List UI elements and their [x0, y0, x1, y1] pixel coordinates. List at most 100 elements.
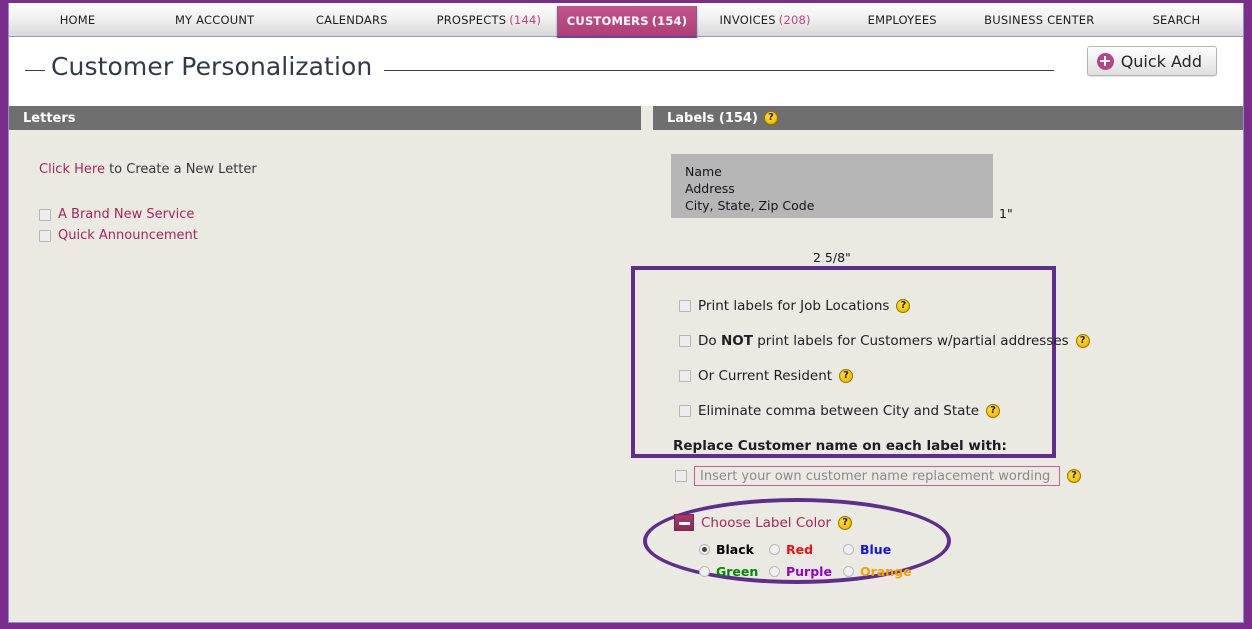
option-eliminate-comma[interactable]: Eliminate comma between City and State ? [679, 403, 1001, 419]
label-preview: Name Address City, State, Zip Code [671, 154, 993, 218]
color-option-orange[interactable]: Orange [843, 564, 913, 579]
color-option-blue[interactable]: Blue [843, 542, 913, 557]
label-options-highlight-box: Print labels for Job Locations ? Do NOT … [631, 266, 1090, 458]
help-icon[interactable]: ? [838, 515, 853, 530]
title-divider-rule [384, 70, 1054, 71]
color-option-label: Green [716, 564, 759, 579]
replacement-wording-input[interactable] [694, 466, 1060, 486]
app-window: HOME MY ACCOUNT CALENDARS PROSPECTS (144) CUS… [8, 3, 1244, 623]
content-area: Letters Labels (154) ? Click Here to Cre… [9, 106, 1243, 622]
help-icon[interactable]: ? [763, 111, 778, 125]
option-checkbox[interactable] [679, 370, 691, 382]
option-checkbox[interactable] [679, 300, 691, 312]
nav-tab-label: BUSINESS CENTER [984, 12, 1095, 27]
nav-tab-count: (208) [778, 12, 811, 27]
nav-tab-label: CUSTOMERS [566, 14, 649, 28]
letter-label[interactable]: A Brand New Service [58, 207, 194, 222]
labels-section-header: Labels (154) ? [653, 106, 1243, 130]
create-new-letter-link[interactable]: Click Here [39, 162, 105, 177]
option-label: Or Current Resident [698, 368, 833, 384]
option-checkbox[interactable] [679, 335, 691, 347]
nav-tab-employees[interactable]: EMPLOYEES [834, 3, 971, 36]
choose-label-color-title: Choose Label Color [701, 514, 832, 531]
letters-section-header: Letters [9, 106, 641, 130]
nav-tab-my-account[interactable]: MY ACCOUNT [146, 3, 283, 36]
help-icon[interactable]: ? [1075, 334, 1090, 348]
minus-box-icon[interactable] [674, 514, 694, 531]
help-icon[interactable]: ? [986, 404, 1001, 418]
nav-tab-label: SEARCH [1152, 12, 1201, 27]
preview-line-name: Name [685, 164, 722, 179]
option-checkbox[interactable] [679, 405, 691, 417]
color-option-purple[interactable]: Purple [769, 564, 843, 579]
label-color-options: Black Red Blue Green Purple Orange [699, 542, 913, 579]
page-title: Customer Personalization [51, 52, 373, 81]
color-radio[interactable] [699, 544, 710, 555]
preview-line-city-state-zip: City, State, Zip Code [685, 198, 815, 213]
label-width-dimension: 2 5/8" [813, 250, 851, 265]
nav-tab-search[interactable]: SEARCH [1108, 3, 1243, 36]
nav-tab-invoices[interactable]: INVOICES (208) [697, 3, 834, 36]
nav-tab-business-center[interactable]: BUSINESS CENTER [971, 3, 1108, 36]
replacement-wording-checkbox[interactable] [675, 470, 687, 482]
letters-section-title: Letters [23, 110, 76, 126]
option-or-current-resident[interactable]: Or Current Resident ? [679, 368, 854, 384]
plus-circle-icon [1096, 52, 1114, 70]
main-navigation-tabs: HOME MY ACCOUNT CALENDARS PROSPECTS (144) CUS… [9, 3, 1243, 39]
option-label: Print labels for Job Locations [698, 298, 890, 314]
nav-tab-customers[interactable]: CUSTOMERS (154) [557, 6, 697, 39]
labels-section-title: Labels (154) [667, 110, 758, 126]
color-radio[interactable] [769, 544, 780, 555]
letter-checkbox[interactable] [39, 229, 51, 242]
help-icon[interactable]: ? [1067, 469, 1081, 483]
color-option-black[interactable]: Black [699, 542, 769, 557]
quick-add-button[interactable]: Quick Add [1086, 46, 1217, 76]
color-radio[interactable] [699, 566, 710, 577]
option-label: Eliminate comma between City and State [698, 403, 980, 419]
create-new-letter-text: to Create a New Letter [104, 162, 257, 177]
letters-panel: Click Here to Create a New Letter A Bran… [9, 130, 641, 622]
label-height-dimension: 1" [999, 206, 1013, 221]
title-leading-dash [25, 70, 45, 71]
color-radio[interactable] [843, 544, 854, 555]
color-option-label: Red [786, 542, 814, 557]
choose-label-color-header[interactable]: Choose Label Color ? [674, 514, 853, 531]
color-radio[interactable] [843, 566, 854, 577]
option-print-job-locations[interactable]: Print labels for Job Locations ? [679, 298, 911, 314]
color-option-green[interactable]: Green [699, 564, 769, 579]
replacement-wording-row: ? [675, 466, 1081, 486]
nav-tab-home[interactable]: HOME [9, 3, 146, 36]
nav-tab-label: CALENDARS [315, 12, 388, 27]
color-radio[interactable] [769, 566, 780, 577]
color-option-label: Purple [786, 564, 832, 579]
list-item[interactable]: Quick Announcement [39, 228, 198, 243]
page-header: Customer Personalization Quick Add [9, 38, 1243, 106]
letter-label[interactable]: Quick Announcement [58, 228, 198, 243]
nav-tab-label: HOME [59, 12, 96, 27]
option-label: Do NOT print labels for Customers w/part… [698, 333, 1069, 349]
color-option-label: Black [716, 542, 754, 557]
quick-add-label: Quick Add [1120, 51, 1202, 71]
nav-tab-label: EMPLOYEES [867, 12, 937, 27]
nav-tab-count: (154) [651, 14, 688, 28]
nav-tab-count: (144) [509, 12, 542, 27]
nav-tab-calendars[interactable]: CALENDARS [283, 3, 420, 36]
create-new-letter-line: Click Here to Create a New Letter [39, 162, 257, 177]
color-option-label: Blue [860, 542, 892, 557]
color-option-red[interactable]: Red [769, 542, 843, 557]
replace-customer-name-heading: Replace Customer name on each label with… [673, 438, 1007, 454]
labels-panel: Name Address City, State, Zip Code 1" 2 … [631, 130, 1243, 622]
nav-tab-label: MY ACCOUNT [174, 12, 255, 27]
preview-line-address: Address [685, 181, 735, 196]
color-option-label: Orange [860, 564, 912, 579]
list-item[interactable]: A Brand New Service [39, 207, 194, 222]
help-icon[interactable]: ? [896, 299, 911, 313]
help-icon[interactable]: ? [839, 369, 854, 383]
nav-tab-prospects[interactable]: PROSPECTS (144) [420, 3, 557, 36]
nav-tab-label: INVOICES [719, 12, 776, 27]
nav-tab-label: PROSPECTS [436, 12, 507, 27]
option-skip-partial-addresses[interactable]: Do NOT print labels for Customers w/part… [679, 333, 1090, 349]
option-label-bold: NOT [720, 333, 753, 349]
app-frame: HOME MY ACCOUNT CALENDARS PROSPECTS (144) CUS… [0, 0, 1252, 629]
letter-checkbox[interactable] [39, 208, 51, 221]
